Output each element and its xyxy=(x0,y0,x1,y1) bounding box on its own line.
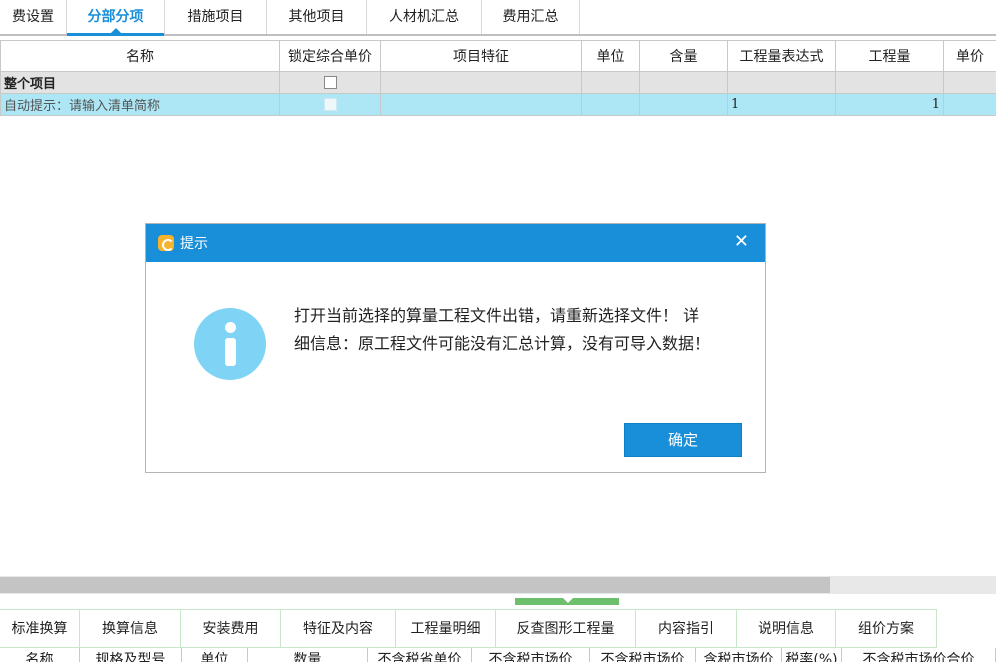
active-tab-caret-icon xyxy=(110,28,121,33)
cell-qty[interactable] xyxy=(835,71,944,94)
col-header-name[interactable]: 名称 xyxy=(0,40,280,72)
cell-price[interactable] xyxy=(943,71,996,94)
tab-install-fee[interactable]: 安装费用 xyxy=(181,610,281,648)
tab-qty-details[interactable]: 工程量明细 xyxy=(396,610,496,648)
alert-dialog: 提示 ✕ 打开当前选择的算量工程文件出错，请重新选择文件！ 详细信息：原工程文件… xyxy=(145,223,766,473)
col-header-qty[interactable]: 工程量 xyxy=(835,40,944,72)
cell-content[interactable] xyxy=(639,93,728,116)
dialog-message: 打开当前选择的算量工程文件出错，请重新选择文件！ 详细信息：原工程文件可能没有汇… xyxy=(294,306,711,353)
close-icon[interactable]: ✕ xyxy=(734,233,749,251)
tab-sub-items[interactable]: 分部分项 xyxy=(67,0,165,36)
detail-col-untaxed-market-price-2[interactable]: 不含税市场价 xyxy=(590,648,696,662)
detail-tab-bar: 标准换算 换算信息 安装费用 特征及内容 工程量明细 反查图形工程量 内容指引 … xyxy=(0,609,937,648)
tab-cost-summary[interactable]: 费用汇总 xyxy=(482,0,580,34)
cell-unit[interactable] xyxy=(581,71,640,94)
detail-col-name[interactable]: 名称 xyxy=(0,648,80,662)
cell-content[interactable] xyxy=(639,71,728,94)
cell-qty-expr[interactable]: 1 xyxy=(727,93,836,116)
detail-col-taxed-market-price[interactable]: 含税市场价 xyxy=(696,648,782,662)
detail-col-unit[interactable]: 单位 xyxy=(182,648,248,662)
col-header-content[interactable]: 含量 xyxy=(639,40,728,72)
cell-lock[interactable] xyxy=(279,93,381,116)
col-header-qty-expr[interactable]: 工程量表达式 xyxy=(727,40,836,72)
detail-col-untaxed-province-price[interactable]: 不含税省单价 xyxy=(368,648,472,662)
cell-name[interactable]: 整个项目 xyxy=(0,71,280,94)
detail-col-tax-rate[interactable]: 税率(%) xyxy=(782,648,842,662)
col-header-lock-price[interactable]: 锁定综合单价 xyxy=(279,40,381,72)
info-icon xyxy=(194,308,266,380)
tab-pricing-plan[interactable]: 组价方案 xyxy=(836,610,937,648)
tab-other-items[interactable]: 其他项目 xyxy=(267,0,367,34)
app-logo-icon xyxy=(158,235,174,251)
bill-items-grid: 名称 锁定综合单价 项目特征 单位 含量 工程量表达式 工程量 单价 整个项目 … xyxy=(0,40,996,116)
lock-price-checkbox[interactable] xyxy=(323,76,337,89)
cell-lock[interactable] xyxy=(279,71,381,94)
cell-feature[interactable] xyxy=(380,71,582,94)
tab-standard-conversion[interactable]: 标准换算 xyxy=(0,610,80,648)
horizontal-scrollbar[interactable] xyxy=(0,576,996,594)
lock-price-checkbox[interactable] xyxy=(323,98,337,111)
table-row-root[interactable]: 整个项目 xyxy=(0,71,996,94)
tab-feature-content[interactable]: 特征及内容 xyxy=(281,610,396,648)
cell-unit[interactable] xyxy=(581,93,640,116)
scrollbar-thumb[interactable] xyxy=(0,577,830,593)
tab-conversion-info[interactable]: 换算信息 xyxy=(80,610,181,648)
table-row-selected[interactable]: 自动提示：请输入清单简称 1 1 xyxy=(0,93,996,116)
info-icon-bar xyxy=(225,338,236,366)
panel-splitter-handle[interactable] xyxy=(515,598,619,605)
tab-reverse-graphic-qty[interactable]: 反查图形工程量 xyxy=(496,610,636,648)
info-icon-dot xyxy=(225,322,236,333)
cell-qty-expr[interactable] xyxy=(727,71,836,94)
detail-col-quantity[interactable]: 数量 xyxy=(248,648,368,662)
dialog-title: 提示 xyxy=(180,236,208,252)
detail-col-untaxed-market-price[interactable]: 不含税市场价 xyxy=(472,648,590,662)
col-header-unit[interactable]: 单位 xyxy=(581,40,640,72)
col-header-feature[interactable]: 项目特征 xyxy=(380,40,582,72)
detail-grid-header: 名称 规格及型号 单位 数量 不含税省单价 不含税市场价 不含税市场价 含税市场… xyxy=(0,648,996,662)
tab-content-guide[interactable]: 内容指引 xyxy=(636,610,737,648)
tab-measures[interactable]: 措施项目 xyxy=(165,0,267,34)
tab-notes[interactable]: 说明信息 xyxy=(737,610,836,648)
dialog-title-bar[interactable]: 提示 ✕ xyxy=(146,224,765,262)
tab-fee-settings[interactable]: 费设置 xyxy=(0,0,67,34)
cell-feature[interactable] xyxy=(380,93,582,116)
tab-sub-items-label: 分部分项 xyxy=(87,9,144,25)
col-header-price[interactable]: 单价 xyxy=(943,40,996,72)
grid-header-row: 名称 锁定综合单价 项目特征 单位 含量 工程量表达式 工程量 单价 xyxy=(0,40,996,72)
detail-col-spec[interactable]: 规格及型号 xyxy=(80,648,182,662)
detail-col-untaxed-total[interactable]: 不含税市场价合价 xyxy=(842,648,996,662)
top-tab-bar: 费设置 分部分项 措施项目 其他项目 人材机汇总 费用汇总 xyxy=(0,0,996,36)
cell-price[interactable] xyxy=(943,93,996,116)
cell-qty[interactable]: 1 xyxy=(835,93,944,116)
ok-button[interactable]: 确定 xyxy=(624,423,742,457)
cell-name[interactable]: 自动提示：请输入清单简称 xyxy=(0,93,280,116)
tab-labor-material-summary[interactable]: 人材机汇总 xyxy=(367,0,482,34)
